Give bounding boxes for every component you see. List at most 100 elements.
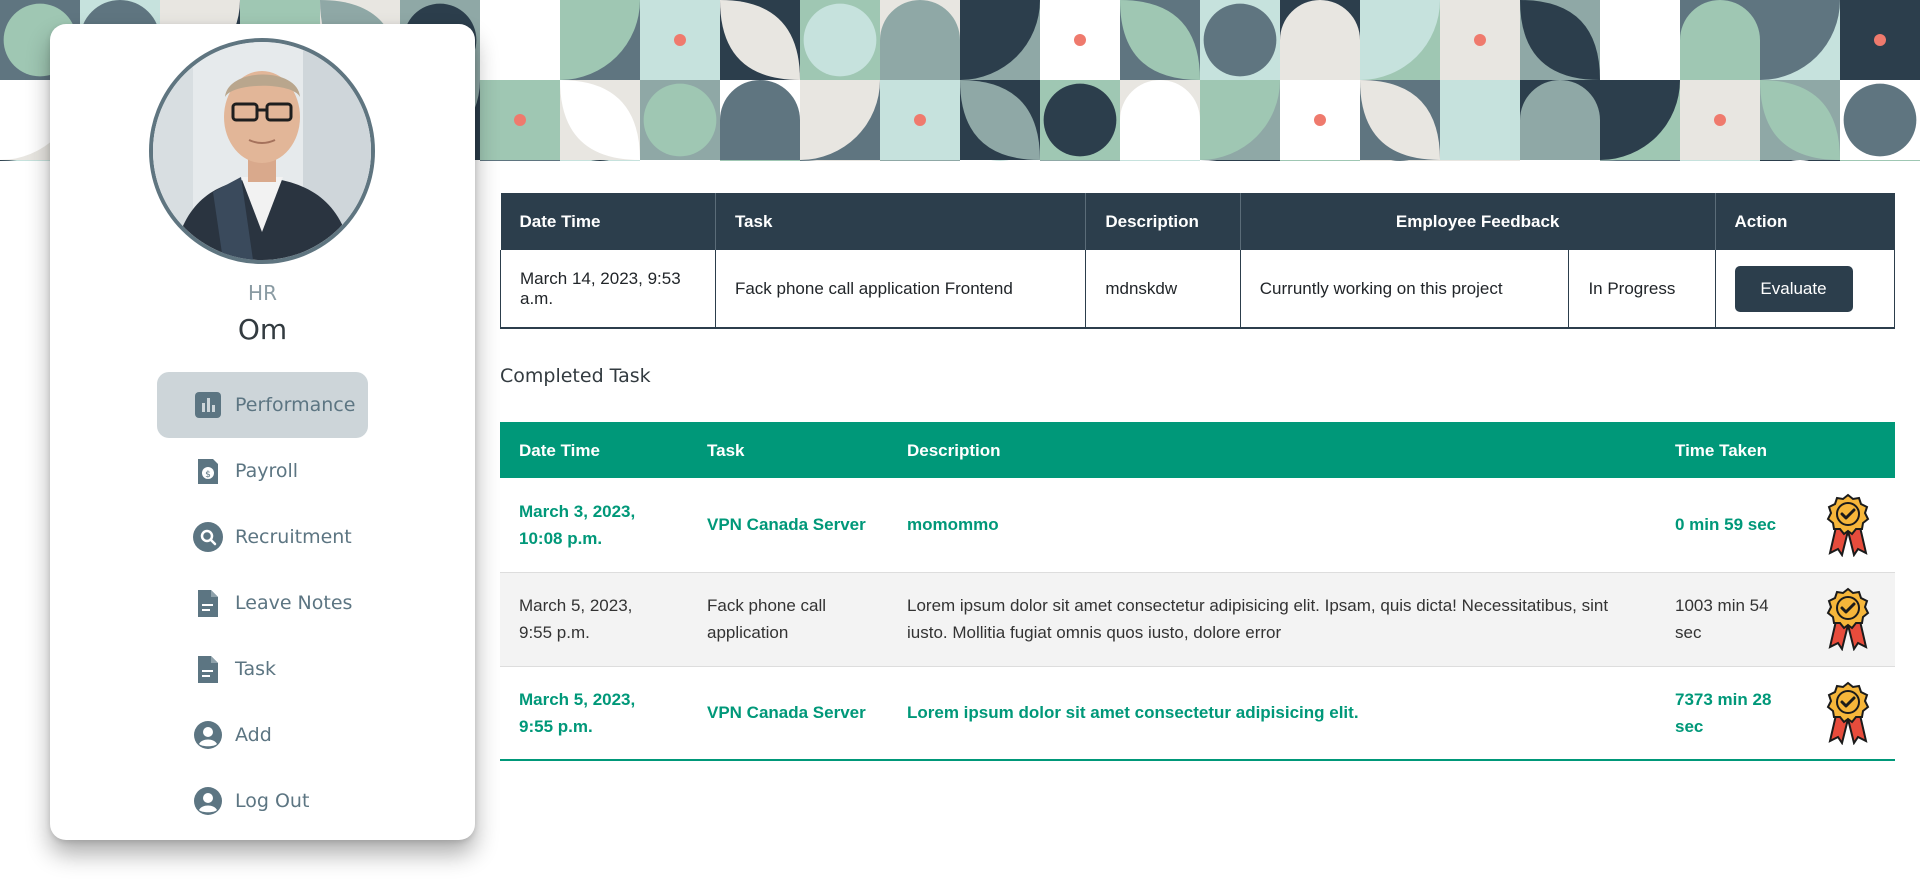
- banner-tile: [1840, 0, 1920, 80]
- banner-tile: [800, 0, 880, 80]
- banner-tile: [1360, 0, 1440, 80]
- cell-date-time: March 14, 2023, 9:53 a.m.: [500, 250, 716, 329]
- banner-tile: [880, 160, 960, 161]
- banner-tile: [960, 160, 1040, 161]
- cell-time-taken: 1003 min 54 sec: [1656, 572, 1801, 667]
- banner-tile: [1520, 0, 1600, 80]
- user-role: HR: [248, 281, 277, 305]
- table-header-row: Date Time Task Description Employee Feed…: [500, 193, 1895, 250]
- banner-tile: [1360, 160, 1440, 161]
- table-row: March 14, 2023, 9:53 a.m. Fack phone cal…: [500, 250, 1895, 329]
- cell-task: Fack phone call application Frontend: [714, 250, 1087, 329]
- award-medal-icon: [1801, 493, 1895, 557]
- banner-tile: [1840, 80, 1920, 160]
- table-row: March 5, 2023, 9:55 p.m. VPN Canada Serv…: [500, 666, 1895, 761]
- completed-task-heading: Completed Task: [500, 365, 651, 387]
- sidebar-item-label: Payroll: [235, 460, 299, 482]
- user-circle-icon: [193, 720, 223, 750]
- column-header: Employee Feedback: [1239, 193, 1715, 250]
- cell-date-time: March 5, 2023, 9:55 p.m.: [500, 572, 688, 667]
- completed-task-table: Date Time Task Description Time Taken Ma…: [500, 422, 1895, 761]
- document-icon: [193, 588, 223, 618]
- banner-tile: [880, 80, 960, 160]
- banner-tile: [1040, 0, 1120, 80]
- banner-tile: [560, 80, 640, 160]
- banner-tile: [1840, 160, 1920, 161]
- sidebar-item-label: Task: [235, 658, 277, 680]
- banner-tile: [1280, 160, 1360, 161]
- sidebar-card: HR Om Performance $ Payroll Recruitment …: [50, 24, 475, 840]
- banner-tile: [1680, 80, 1760, 160]
- evaluate-button[interactable]: Evaluate: [1734, 265, 1853, 312]
- banner-tile: [1760, 160, 1840, 161]
- column-header: Time Taken: [1656, 422, 1801, 478]
- user-name: Om: [237, 313, 288, 346]
- search-icon: [193, 522, 223, 552]
- banner-tile: [1680, 160, 1760, 161]
- cell-description: mdnskdw: [1085, 250, 1241, 329]
- banner-tile: [480, 0, 560, 80]
- banner-tile: [480, 80, 560, 160]
- avatar: [149, 38, 375, 264]
- banner-tile: [560, 160, 640, 161]
- user-circle-icon: [193, 786, 223, 816]
- banner-tile: [1440, 0, 1520, 80]
- cell-time-taken: 7373 min 28 sec: [1656, 666, 1801, 761]
- sidebar-item-logout[interactable]: Log Out: [157, 768, 368, 834]
- banner-tile: [880, 0, 960, 80]
- cell-date-time: March 5, 2023, 9:55 p.m.: [500, 666, 688, 761]
- banner-tile: [960, 80, 1040, 160]
- column-header: Date Time: [500, 422, 688, 478]
- cell-task: VPN Canada Server: [688, 666, 888, 761]
- sidebar-item-label: Performance: [235, 394, 356, 416]
- banner-tile: [1600, 80, 1680, 160]
- cell-feedback: Curruntly working on this project: [1239, 250, 1570, 329]
- cell-action: Evaluate: [1714, 250, 1895, 329]
- column-header: Task: [714, 193, 1086, 250]
- cell-time-taken: 0 min 59 sec: [1656, 478, 1801, 573]
- banner-tile: [1200, 160, 1280, 161]
- sidebar-item-recruitment[interactable]: Recruitment: [157, 504, 368, 570]
- banner-tile: [800, 160, 880, 161]
- banner-tile: [640, 80, 720, 160]
- banner-tile: [560, 0, 640, 80]
- banner-tile: [1200, 0, 1280, 80]
- banner-tile: [720, 160, 800, 161]
- column-header: Task: [688, 422, 888, 478]
- banner-tile: [720, 0, 800, 80]
- sidebar-item-performance[interactable]: Performance: [157, 372, 368, 438]
- banner-tile: [960, 0, 1040, 80]
- banner-tile: [1520, 160, 1600, 161]
- column-header: [1801, 422, 1895, 478]
- banner-tile: [1280, 0, 1360, 80]
- sidebar-item-label: Recruitment: [235, 526, 352, 548]
- banner-tile: [1760, 80, 1840, 160]
- sidebar-item-task[interactable]: Task: [157, 636, 368, 702]
- column-header: Description: [1085, 193, 1241, 250]
- award-medal-icon: [1801, 587, 1895, 651]
- column-header: Date Time: [500, 193, 716, 250]
- banner-tile: [800, 80, 880, 160]
- banner-tile: [1520, 80, 1600, 160]
- column-header: Description: [888, 422, 1656, 478]
- cell-badge: [1801, 478, 1895, 573]
- banner-tile: [1120, 160, 1200, 161]
- sidebar-item-payroll[interactable]: $ Payroll: [157, 438, 368, 504]
- banner-tile: [1440, 80, 1520, 160]
- award-medal-icon: [1801, 681, 1895, 745]
- cell-task: VPN Canada Server: [688, 478, 888, 573]
- cell-description: Lorem ipsum dolor sit amet consectetur a…: [888, 572, 1656, 667]
- payroll-document-icon: $: [193, 456, 223, 486]
- sidebar-item-add[interactable]: Add: [157, 702, 368, 768]
- cell-badge: [1801, 666, 1895, 761]
- banner-tile: [480, 160, 560, 161]
- table-row: March 5, 2023, 9:55 p.m. Fack phone call…: [500, 572, 1895, 667]
- sidebar-item-leave-notes[interactable]: Leave Notes: [157, 570, 368, 636]
- banner-tile: [1680, 0, 1760, 80]
- banner-tile: [1280, 80, 1360, 160]
- banner-tile: [1600, 0, 1680, 80]
- cell-status: In Progress: [1568, 250, 1716, 329]
- document-icon: [193, 654, 223, 684]
- cell-badge: [1801, 572, 1895, 667]
- cell-date-time: March 3, 2023, 10:08 p.m.: [500, 478, 688, 573]
